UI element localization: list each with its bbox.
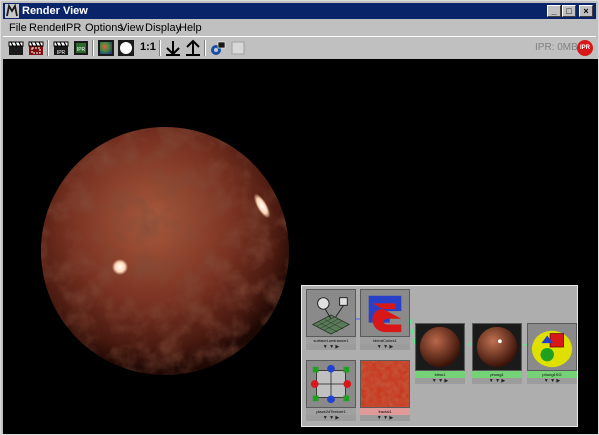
node-connection-arrows[interactable]: ▼ ▼ ▶: [306, 344, 356, 350]
node-connection-arrows[interactable]: ▼ ▼ ▶: [360, 415, 410, 421]
ipr-render-icon[interactable]: IPR: [52, 39, 70, 57]
rgb-channels-icon[interactable]: [97, 39, 115, 57]
maximize-button[interactable]: □: [562, 5, 576, 17]
node-connection-arrows[interactable]: ▼ ▼ ▶: [360, 344, 410, 350]
close-button[interactable]: ×: [579, 5, 593, 17]
ipr-render-label: IPR: [57, 50, 66, 56]
node-connection-arrows[interactable]: ▼ ▼ ▶: [306, 415, 356, 421]
hypershade-node[interactable]: fractal1 ▼ ▼ ▶: [360, 360, 410, 421]
blend-colors-swatch: [360, 289, 410, 337]
surface-luminance-swatch: [306, 289, 356, 337]
menu-bar: File Render IPR Options View Display Hel…: [3, 20, 596, 36]
toolbar-separator: [159, 40, 161, 56]
place2d-texture-swatch: [306, 360, 356, 408]
menu-ipr[interactable]: IPR: [63, 20, 81, 36]
toolbar-separator: [92, 40, 94, 56]
toolbar-separator: [204, 40, 206, 56]
window-title: Render View: [22, 5, 88, 17]
menu-options[interactable]: Options: [85, 20, 123, 36]
hypershade-node[interactable]: blinn1 ▼ ▼ ▶: [415, 323, 465, 384]
ipr-badge[interactable]: IPR: [577, 40, 593, 56]
hypershade-panel: surfaceLuminance1 ▼ ▼ ▶ blendColors1 ▼ ▼…: [301, 285, 578, 427]
blinn-material-swatch: [415, 323, 465, 371]
ipr-memory-status: IPR: 0MB: [535, 42, 578, 53]
render-clapper-icon[interactable]: [7, 39, 25, 57]
minimize-button[interactable]: _: [547, 5, 561, 17]
menu-render[interactable]: Render: [29, 20, 65, 36]
keep-image-icon[interactable]: [164, 39, 182, 57]
shading-group-swatch: [527, 323, 577, 371]
fractal-texture-swatch: [360, 360, 410, 408]
node-connection-arrows[interactable]: ▼ ▼ ▶: [472, 378, 522, 384]
menu-display[interactable]: Display: [145, 20, 181, 36]
ipr-refresh-label: IPR: [77, 47, 86, 53]
menu-file[interactable]: File: [9, 20, 27, 36]
camera-icon[interactable]: [209, 39, 227, 57]
node-label: phong1: [472, 371, 522, 378]
node-connection-arrows[interactable]: ▼ ▼ ▶: [527, 378, 577, 384]
node-connection-arrows[interactable]: ▼ ▼ ▶: [415, 378, 465, 384]
snapshot-icon[interactable]: [229, 39, 247, 57]
menu-help[interactable]: Help: [179, 20, 202, 36]
node-label: blinn1: [415, 371, 465, 378]
title-bar[interactable]: Render View _ □ ×: [3, 3, 596, 19]
render-viewport[interactable]: surfaceLuminance1 ▼ ▼ ▶ blendColors1 ▼ ▼…: [3, 59, 598, 434]
node-label: blendColors1: [360, 337, 410, 344]
node-label: phong1SG: [527, 371, 577, 378]
hypershade-node[interactable]: surfaceLuminance1 ▼ ▼ ▶: [306, 289, 356, 350]
alpha-channel-icon[interactable]: [117, 39, 135, 57]
remove-image-icon[interactable]: [184, 39, 202, 57]
toolbar-separator: [47, 40, 49, 56]
hypershade-node[interactable]: phong1 ▼ ▼ ▶: [472, 323, 522, 384]
node-label: place2dTexture1: [306, 408, 356, 415]
toolbar: IPR IPR 1:1 IPR: 0MB IPR: [3, 36, 596, 58]
maya-app-icon: [5, 4, 19, 18]
render-view-window: Render View _ □ × File Render IPR Option…: [0, 0, 599, 435]
hypershade-node[interactable]: blendColors1 ▼ ▼ ▶: [360, 289, 410, 350]
menu-view[interactable]: View: [120, 20, 144, 36]
node-label: surfaceLuminance1: [306, 337, 356, 344]
render-region-icon[interactable]: [27, 39, 45, 57]
node-label: fractal1: [360, 408, 410, 415]
phong-material-swatch: [472, 323, 522, 371]
real-size-button[interactable]: 1:1: [140, 41, 156, 53]
hypershade-node[interactable]: place2dTexture1 ▼ ▼ ▶: [306, 360, 356, 421]
ipr-refresh-icon[interactable]: IPR: [72, 39, 90, 57]
hypershade-node[interactable]: phong1SG ▼ ▼ ▶: [527, 323, 577, 384]
